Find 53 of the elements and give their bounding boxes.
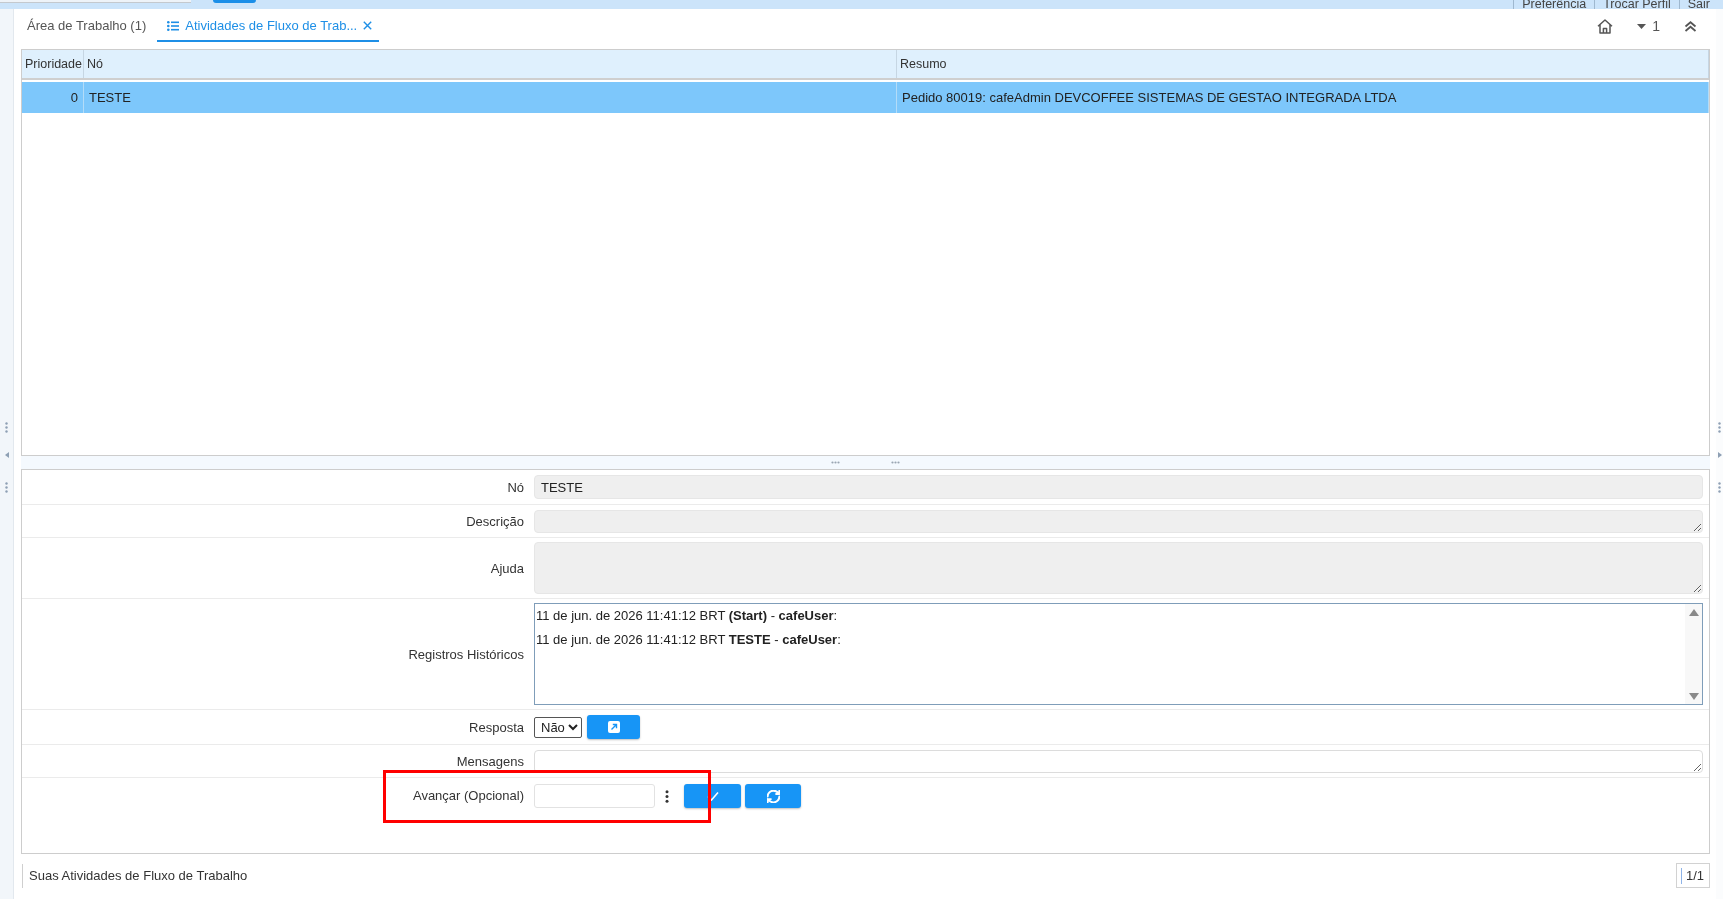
vertical-dots-icon[interactable] bbox=[665, 789, 669, 803]
history-list[interactable]: 11 de jun. de 2026 11:41:12 BRT (Start) - cafeUser: 11 de jun. de 2026 11:41:12 BRT TESTE - cafeUser: bbox=[534, 603, 1703, 705]
chevrons-up-icon bbox=[1684, 20, 1697, 32]
textarea-field[interactable] bbox=[534, 749, 1703, 773]
left-triangle-icon[interactable] bbox=[4, 452, 9, 458]
drag-handle-icon[interactable] bbox=[1718, 482, 1721, 493]
field-label: Mensagens bbox=[456, 753, 524, 769]
history-entry: 11 de jun. de 2026 11:41:12 BRT TESTE - cafeUser: bbox=[536, 631, 841, 649]
tab[interactable]: Atividades de Fluxo de Trab... bbox=[157, 9, 380, 42]
field-label: Registros Históricos bbox=[408, 646, 524, 662]
open-button[interactable] bbox=[587, 715, 640, 739]
arrow-square-icon bbox=[607, 721, 620, 733]
table-cell: Pedido 80019: cafeAdmin DEVCOFFEE SISTEMAS DE GESTAO INTEGRADA LTDA bbox=[897, 82, 1709, 113]
column-header[interactable]: Resumo bbox=[897, 50, 1709, 78]
table-cell: 0 bbox=[22, 82, 84, 113]
drag-handle-icon[interactable] bbox=[1718, 422, 1721, 433]
home-icon bbox=[1597, 18, 1614, 34]
field-label: Nó bbox=[507, 479, 524, 495]
menu-button[interactable]: 1 bbox=[1637, 18, 1660, 34]
splitter-handle-icon[interactable] bbox=[831, 461, 840, 464]
tab[interactable]: Área de Trabalho (1) bbox=[17, 9, 154, 42]
input-field[interactable] bbox=[0, 0, 191, 3]
drag-handle-icon[interactable] bbox=[5, 482, 8, 493]
table-cell: TESTE bbox=[84, 82, 897, 113]
close-icon[interactable] bbox=[363, 21, 373, 30]
page-indicator: 1/1 bbox=[1675, 863, 1710, 888]
field-label: Ajuda bbox=[490, 560, 524, 576]
scroll-up-icon[interactable] bbox=[1688, 609, 1699, 616]
text-field[interactable]: TESTE bbox=[534, 475, 1703, 499]
answer-select[interactable]: Não bbox=[534, 716, 582, 738]
textarea-field[interactable] bbox=[534, 509, 1703, 533]
scrollbar[interactable] bbox=[1685, 604, 1702, 704]
refresh-button[interactable] bbox=[745, 784, 801, 808]
home-button[interactable] bbox=[1597, 18, 1614, 34]
column-header[interactable]: Prioridade bbox=[22, 50, 84, 78]
header-button[interactable] bbox=[213, 0, 256, 3]
input-field[interactable] bbox=[534, 784, 655, 808]
refresh-icon bbox=[766, 789, 780, 803]
scroll-down-icon[interactable] bbox=[1688, 693, 1699, 700]
field-label: Descrição bbox=[466, 513, 524, 529]
right-triangle-icon[interactable] bbox=[1717, 452, 1722, 458]
textarea-field[interactable] bbox=[534, 542, 1703, 594]
history-entry: 11 de jun. de 2026 11:41:12 BRT (Start) - cafeUser: bbox=[536, 607, 838, 625]
collapse-button[interactable] bbox=[1684, 20, 1697, 32]
column-header[interactable]: Nó bbox=[84, 50, 897, 78]
drag-handle-icon[interactable] bbox=[5, 422, 8, 433]
splitter-handle-icon[interactable] bbox=[891, 461, 900, 464]
table-row[interactable]: 0 TESTE Pedido 80019: cafeAdmin DEVCOFFEE SISTEMAS DE GESTAO INTEGRADA LTDA bbox=[22, 82, 1709, 113]
confirm-button[interactable] bbox=[684, 784, 741, 808]
field-label: Resposta bbox=[469, 719, 524, 735]
caret-down-icon bbox=[1637, 23, 1647, 29]
status-title: Suas Atividades de Fluxo de Trabalho bbox=[22, 863, 248, 888]
field-label: Avançar (Opcional) bbox=[412, 787, 524, 805]
